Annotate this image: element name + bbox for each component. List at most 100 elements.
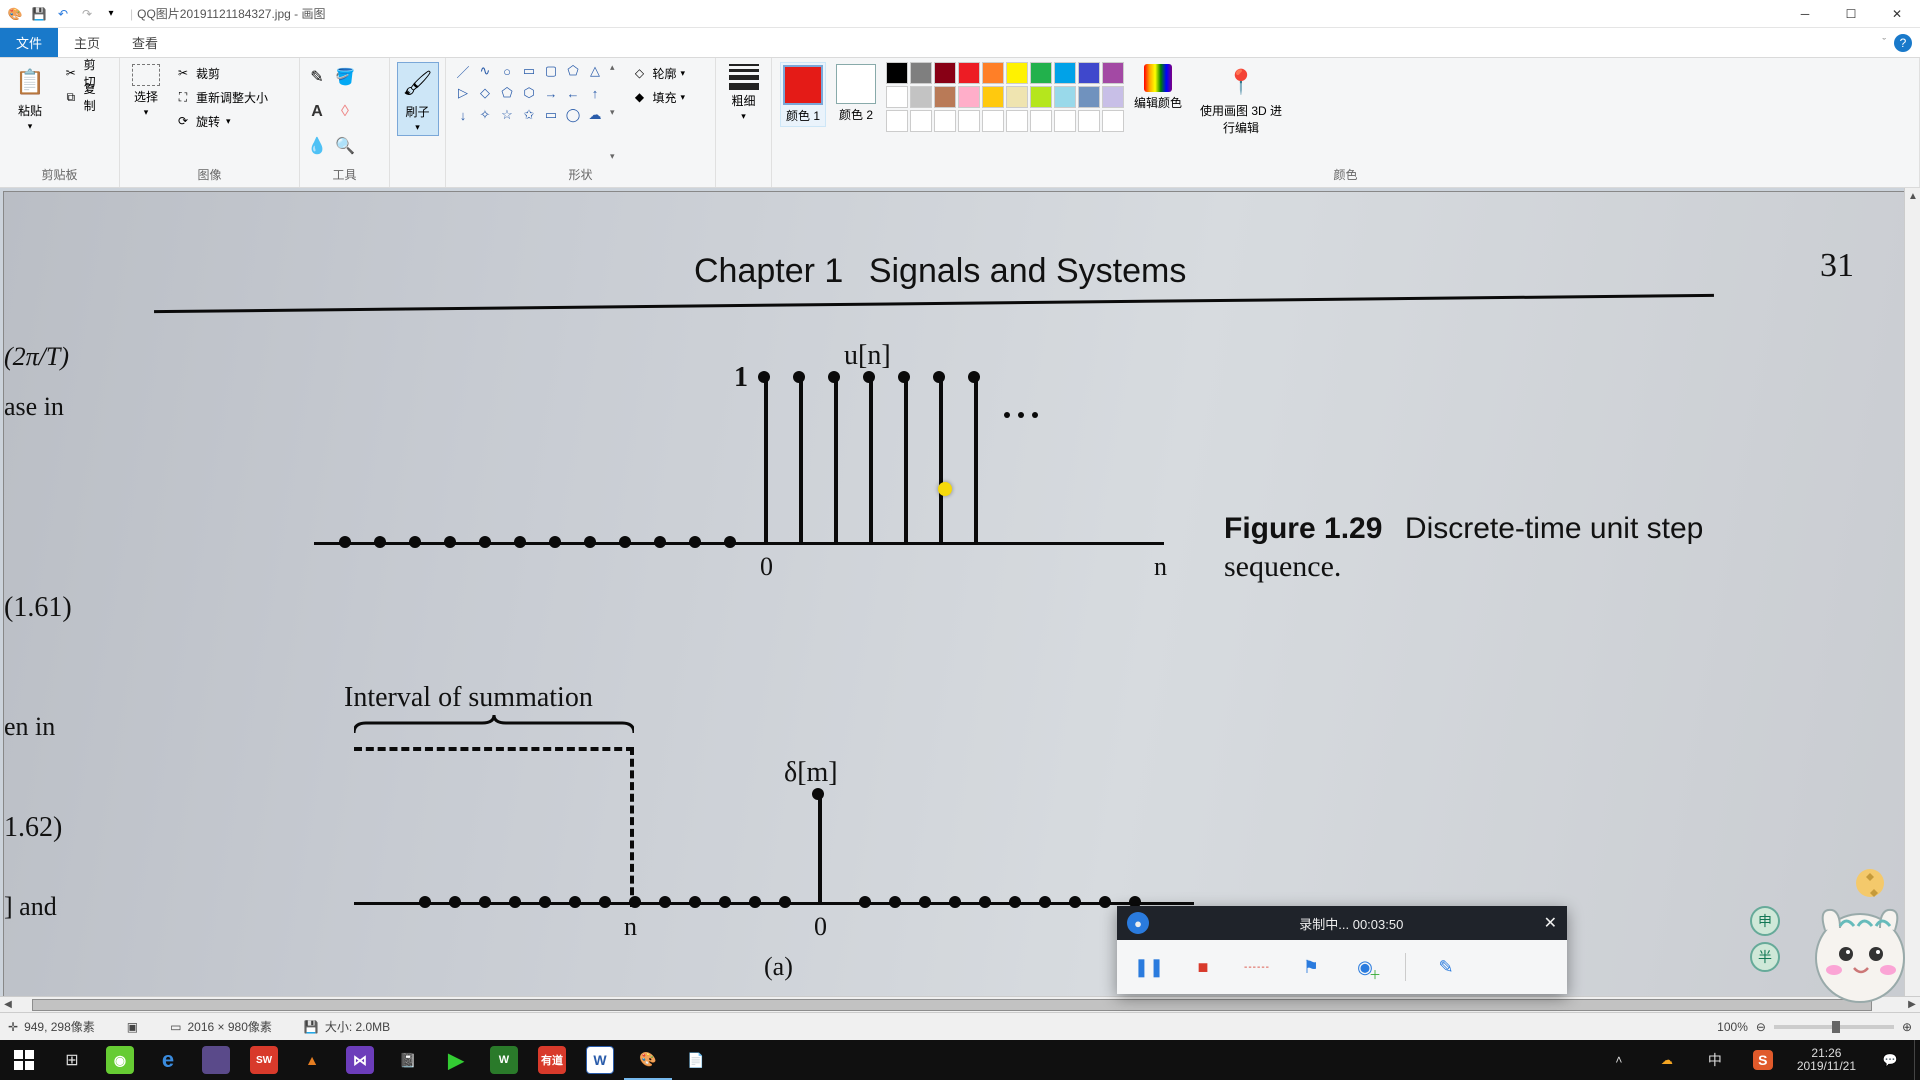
select-button[interactable]: 选择 ▾ [128, 62, 164, 120]
taskbar-clock[interactable]: 21:26 2019/11/21 [1787, 1047, 1866, 1073]
paint3d-button[interactable]: 📍 使用画图 3D 进行编辑 [1192, 62, 1290, 138]
start-button[interactable] [0, 1040, 48, 1080]
pen-annotate-icon[interactable]: ✎ [1432, 953, 1460, 981]
undo-icon[interactable]: ↶ [52, 3, 74, 25]
mascot-badge[interactable]: 申 [1750, 906, 1780, 936]
magnifier-tool-icon[interactable]: 🔍 [336, 137, 354, 155]
desktop-mascot[interactable]: 申 半 [1750, 848, 1910, 1008]
taskbar-app-youdao[interactable]: 有道 [528, 1040, 576, 1080]
copy-button[interactable]: ⧉复制 [58, 86, 111, 108]
palette-swatch[interactable] [1030, 86, 1052, 108]
ribbon-collapse-icon[interactable]: ˇ [1882, 37, 1886, 49]
palette-swatch[interactable] [934, 86, 956, 108]
brushes-button[interactable]: 🖌 刷子 ▾ [397, 62, 439, 136]
taskbar-app-paint[interactable]: 🎨 [624, 1040, 672, 1080]
color2-button[interactable]: 颜色 2 [832, 62, 880, 125]
palette-swatch[interactable] [982, 110, 1004, 132]
palette-swatch[interactable] [1054, 62, 1076, 84]
taskbar-app[interactable]: 📓 [384, 1040, 432, 1080]
close-button[interactable]: ✕ [1874, 0, 1920, 28]
tab-home[interactable]: 主页 [58, 28, 116, 57]
palette-swatch[interactable] [958, 110, 980, 132]
taskbar-app-vs[interactable]: ⋈ [336, 1040, 384, 1080]
pause-button[interactable]: ❚❚ [1135, 953, 1163, 981]
taskbar-app-solidworks[interactable]: SW [240, 1040, 288, 1080]
webcam-icon[interactable]: ◉＋ [1351, 953, 1379, 981]
redo-icon[interactable]: ↷ [76, 3, 98, 25]
palette-swatch[interactable] [886, 110, 908, 132]
taskbar-app[interactable]: ▶ [432, 1040, 480, 1080]
edit-colors-button[interactable]: 编辑颜色 [1130, 62, 1186, 113]
scroll-thumb[interactable] [32, 999, 1872, 1011]
tray-sogou-icon[interactable]: S [1739, 1040, 1787, 1080]
color-palette[interactable] [886, 62, 1124, 132]
zoom-slider[interactable] [1774, 1025, 1894, 1029]
palette-swatch[interactable] [934, 110, 956, 132]
tab-file[interactable]: 文件 [0, 28, 58, 57]
canvas-image[interactable]: Chapter 1 Signals and Systems 31 (2π/T) … [4, 192, 1904, 996]
annotate-flag-icon[interactable]: ⚑ [1297, 953, 1325, 981]
taskbar-app-matlab[interactable]: ▲ [288, 1040, 336, 1080]
fill-tool-icon[interactable]: 🪣 [336, 68, 354, 86]
taskbar-app[interactable]: W [480, 1040, 528, 1080]
palette-swatch[interactable] [1006, 86, 1028, 108]
shape-fill-button[interactable]: ◆填充▾ [627, 86, 690, 108]
taskbar-app-notepad[interactable]: 📄 [672, 1040, 720, 1080]
record-line-icon[interactable]: ------ [1243, 953, 1271, 981]
palette-swatch[interactable] [1030, 62, 1052, 84]
resize-button[interactable]: ⛶重新调整大小 [170, 86, 272, 108]
palette-swatch[interactable] [982, 86, 1004, 108]
stop-button[interactable]: ■ [1189, 953, 1217, 981]
palette-swatch[interactable] [1006, 110, 1028, 132]
palette-swatch[interactable] [1078, 62, 1100, 84]
shape-outline-button[interactable]: ◇轮廓▾ [627, 62, 690, 84]
shapes-gallery[interactable]: ／∿○▭▢⬠△ ▷◇⬠⬡→←↑ ↓✧☆✩▭◯☁ [454, 62, 604, 124]
zoom-out-button[interactable]: ⊖ [1756, 1020, 1766, 1034]
palette-swatch[interactable] [1078, 110, 1100, 132]
save-icon[interactable]: 💾 [28, 3, 50, 25]
color1-button[interactable]: 颜色 1 [780, 62, 826, 127]
minimize-button[interactable]: ─ [1782, 0, 1828, 28]
text-tool-icon[interactable]: A [308, 103, 326, 121]
task-view-button[interactable]: ⊞ [48, 1040, 96, 1080]
taskbar-app-word[interactable]: W [576, 1040, 624, 1080]
palette-swatch[interactable] [1030, 110, 1052, 132]
taskbar-app[interactable] [192, 1040, 240, 1080]
scroll-up-icon[interactable]: ▲ [1905, 188, 1920, 204]
palette-swatch[interactable] [934, 62, 956, 84]
scroll-left-icon[interactable]: ◀ [0, 997, 16, 1013]
recorder-close-icon[interactable]: ✕ [1544, 913, 1557, 933]
tray-expand-icon[interactable]: ˄ [1595, 1040, 1643, 1080]
palette-swatch[interactable] [1102, 62, 1124, 84]
qat-customize-icon[interactable]: ▾ [100, 3, 122, 25]
tray-icon[interactable]: ☁ [1643, 1040, 1691, 1080]
taskbar-app[interactable]: ◉ [96, 1040, 144, 1080]
palette-swatch[interactable] [958, 86, 980, 108]
palette-swatch[interactable] [1054, 86, 1076, 108]
palette-swatch[interactable] [1102, 86, 1124, 108]
palette-swatch[interactable] [1102, 110, 1124, 132]
tab-view[interactable]: 查看 [116, 28, 174, 57]
maximize-button[interactable]: ☐ [1828, 0, 1874, 28]
pencil-tool-icon[interactable]: ✎ [308, 68, 326, 86]
help-icon[interactable]: ? [1894, 34, 1912, 52]
picker-tool-icon[interactable]: 💧 [308, 137, 326, 155]
crop-button[interactable]: ✂裁剪 [170, 62, 272, 84]
palette-swatch[interactable] [910, 86, 932, 108]
palette-swatch[interactable] [886, 62, 908, 84]
palette-swatch[interactable] [982, 62, 1004, 84]
action-center-icon[interactable]: 💬 [1866, 1040, 1914, 1080]
ime-icon[interactable]: 中 [1691, 1040, 1739, 1080]
show-desktop-button[interactable] [1914, 1040, 1920, 1080]
mascot-badge[interactable]: 半 [1750, 942, 1780, 972]
paste-button[interactable]: 📋 粘贴 ▾ [8, 62, 52, 134]
zoom-in-button[interactable]: ⊕ [1902, 1020, 1912, 1034]
palette-swatch[interactable] [1054, 110, 1076, 132]
palette-swatch[interactable] [910, 110, 932, 132]
eraser-tool-icon[interactable]: ◊ [336, 103, 354, 121]
taskbar-app-edge[interactable]: e [144, 1040, 192, 1080]
palette-swatch[interactable] [1006, 62, 1028, 84]
size-button[interactable]: 粗细 ▾ [722, 62, 766, 124]
rotate-button[interactable]: ⟳旋转▾ [170, 110, 272, 132]
palette-swatch[interactable] [958, 62, 980, 84]
